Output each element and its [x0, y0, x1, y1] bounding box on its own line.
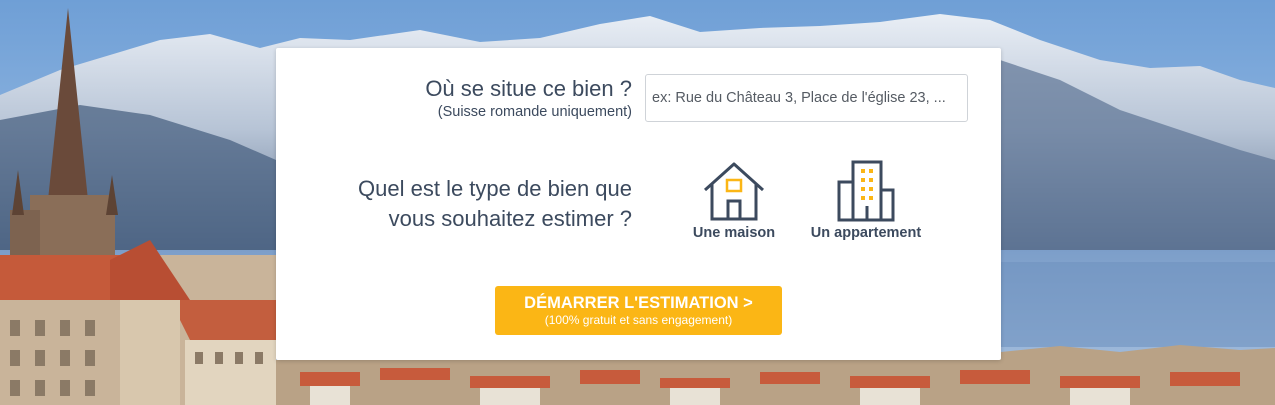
location-note: (Suisse romande uniquement) [437, 104, 632, 120]
apartment-building-icon [837, 160, 895, 222]
property-type-question: Quel est le type de bien que vous souhai… [358, 174, 632, 234]
type-option-house[interactable]: Une maison [688, 160, 780, 241]
house-icon [703, 162, 765, 221]
address-input[interactable] [645, 74, 968, 122]
location-question-block: Où se situe ce bien ? (Suisse romande un… [425, 76, 632, 121]
type-label-apartment: Un appartement [810, 225, 922, 241]
property-type-question-line2: vous souhaitez estimer ? [388, 206, 632, 231]
type-option-apartment[interactable]: Un appartement [806, 160, 926, 241]
start-estimation-button[interactable]: DÉMARRER L'ESTIMATION > (100% gratuit et… [495, 286, 782, 335]
start-estimation-label: DÉMARRER L'ESTIMATION > [524, 294, 753, 312]
property-type-question-line1: Quel est le type de bien que [358, 176, 632, 201]
location-question: Où se situe ce bien ? [425, 76, 632, 101]
estimation-form-card: Où se situe ce bien ? (Suisse romande un… [276, 48, 1001, 360]
start-estimation-subtext: (100% gratuit et sans engagement) [544, 313, 733, 327]
type-label-house: Une maison [692, 225, 776, 241]
